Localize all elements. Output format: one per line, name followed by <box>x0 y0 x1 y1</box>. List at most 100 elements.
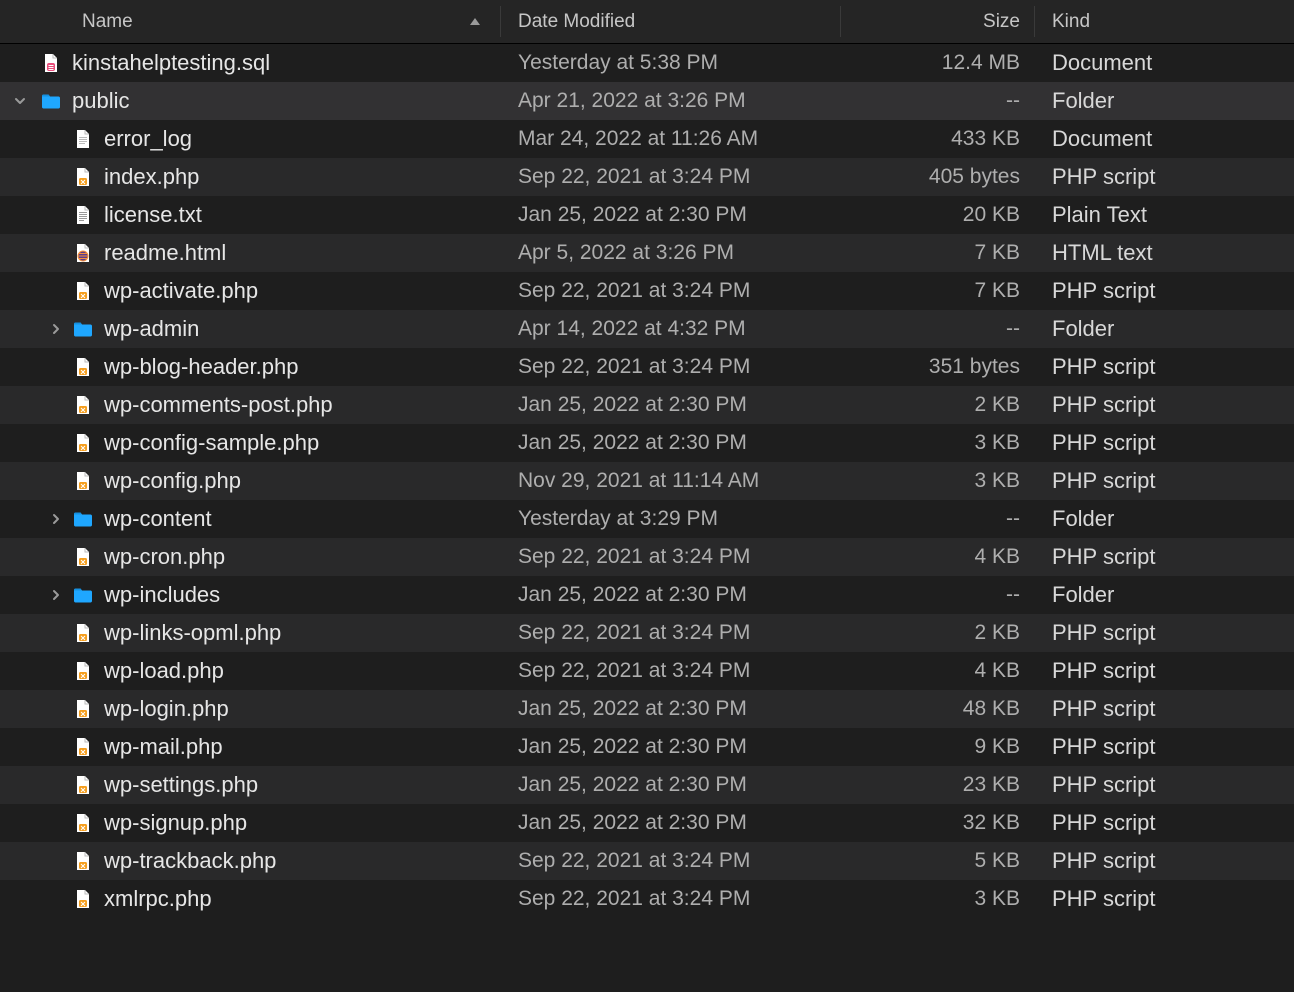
file-kind-cell: PHP script <box>1034 652 1294 690</box>
html-file-icon <box>72 242 94 264</box>
chevron-right-icon[interactable] <box>40 322 72 336</box>
file-row[interactable]: error_logMar 24, 2022 at 11:26 AM433 KBD… <box>0 120 1294 158</box>
file-date-cell: Sep 22, 2021 at 3:24 PM <box>500 538 840 576</box>
file-date-cell: Jan 25, 2022 at 2:30 PM <box>500 766 840 804</box>
file-name-cell: error_log <box>0 120 500 158</box>
file-date: Jan 25, 2022 at 2:30 PM <box>518 203 747 227</box>
php-file-icon <box>72 850 94 872</box>
file-name: wp-config.php <box>104 468 241 494</box>
file-size: 405 bytes <box>929 165 1020 189</box>
file-kind-cell: PHP script <box>1034 348 1294 386</box>
file-size: -- <box>1006 507 1020 531</box>
file-size: 4 KB <box>974 659 1020 683</box>
file-row[interactable]: wp-config.php Nov 29, 2021 at 11:14 AM 3 K… <box>0 462 1294 500</box>
php-file-icon <box>72 698 94 720</box>
file-kind: PHP script <box>1052 544 1156 570</box>
file-name-cell: wp-signup.php <box>0 804 500 842</box>
file-row[interactable]: xmlrpc.phpSep 22, 2021 at 3:24 PM3 KBPHP… <box>0 880 1294 918</box>
file-date: Mar 24, 2022 at 11:26 AM <box>518 127 758 151</box>
file-name-cell: wp-includes <box>0 576 500 614</box>
file-row[interactable]: wp-login.phpJan 25, 2022 at 2:30 PM48 KB… <box>0 690 1294 728</box>
file-kind: Document <box>1052 50 1152 76</box>
file-date-cell: Nov 29, 2021 at 11:14 AM <box>500 462 840 500</box>
file-row[interactable]: wp-settings.phpJan 25, 2022 at 2:30 PM23… <box>0 766 1294 804</box>
column-header-name[interactable]: Name <box>0 0 500 43</box>
column-header-label: Size <box>983 11 1020 33</box>
folder-icon <box>72 318 94 340</box>
file-kind-cell: PHP script <box>1034 158 1294 196</box>
file-row[interactable]: wp-links-opml.phpSep 22, 2021 at 3:24 PM… <box>0 614 1294 652</box>
file-kind: PHP script <box>1052 734 1156 760</box>
file-date-cell: Sep 22, 2021 at 3:24 PM <box>500 158 840 196</box>
file-kind-cell: PHP script <box>1034 766 1294 804</box>
file-size-cell: -- <box>840 82 1034 120</box>
file-name-cell: xmlrpc.php <box>0 880 500 918</box>
file-size-cell: 23 KB <box>840 766 1034 804</box>
file-size: 3 KB <box>974 469 1020 493</box>
column-header-label: Kind <box>1052 11 1090 33</box>
file-kind-cell: Document <box>1034 44 1294 82</box>
file-size-cell: 5 KB <box>840 842 1034 880</box>
file-row[interactable]: wp-trackback.phpSep 22, 2021 at 3:24 PM5… <box>0 842 1294 880</box>
file-row[interactable]: wp-activate.phpSep 22, 2021 at 3:24 PM7 … <box>0 272 1294 310</box>
file-row[interactable]: kinstahelptesting.sqlYesterday at 5:38 P… <box>0 44 1294 82</box>
file-row[interactable]: wp-contentYesterday at 3:29 PM--Folder <box>0 500 1294 538</box>
file-size: -- <box>1006 583 1020 607</box>
file-row[interactable]: wp-mail.phpJan 25, 2022 at 2:30 PM9 KBPH… <box>0 728 1294 766</box>
chevron-right-icon[interactable] <box>40 512 72 526</box>
file-date: Jan 25, 2022 at 2:30 PM <box>518 735 747 759</box>
file-date: Jan 25, 2022 at 2:30 PM <box>518 431 747 455</box>
file-row[interactable]: wp-cron.phpSep 22, 2021 at 3:24 PM4 KBPH… <box>0 538 1294 576</box>
file-name: wp-cron.php <box>104 544 225 570</box>
file-row[interactable]: wp-comments-post.phpJan 25, 2022 at 2:30… <box>0 386 1294 424</box>
column-header-kind[interactable]: Kind <box>1034 0 1294 43</box>
file-date-cell: Apr 21, 2022 at 3:26 PM <box>500 82 840 120</box>
column-header-size[interactable]: Size <box>840 0 1034 43</box>
file-name: wp-load.php <box>104 658 224 684</box>
file-row[interactable]: wp-blog-header.phpSep 22, 2021 at 3:24 P… <box>0 348 1294 386</box>
file-date-cell: Jan 25, 2022 at 2:30 PM <box>500 728 840 766</box>
sql-file-icon <box>40 52 62 74</box>
file-date: Sep 22, 2021 at 3:24 PM <box>518 165 750 189</box>
php-file-icon <box>72 280 94 302</box>
file-name: readme.html <box>104 240 226 266</box>
file-row[interactable]: wp-signup.phpJan 25, 2022 at 2:30 PM32 K… <box>0 804 1294 842</box>
file-name: wp-login.php <box>104 696 229 722</box>
file-kind-cell: PHP script <box>1034 728 1294 766</box>
file-name: error_log <box>104 126 192 152</box>
file-date-cell: Jan 25, 2022 at 2:30 PM <box>500 576 840 614</box>
file-date-cell: Apr 14, 2022 at 4:32 PM <box>500 310 840 348</box>
file-row[interactable]: readme.htmlApr 5, 2022 at 3:26 PM7 KBHTM… <box>0 234 1294 272</box>
file-name: wp-content <box>104 506 212 532</box>
chevron-right-icon[interactable] <box>40 588 72 602</box>
file-kind: PHP script <box>1052 848 1156 874</box>
file-date-cell: Jan 25, 2022 at 2:30 PM <box>500 386 840 424</box>
file-kind-cell: PHP script <box>1034 614 1294 652</box>
file-size-cell: 351 bytes <box>840 348 1034 386</box>
file-date: Yesterday at 5:38 PM <box>518 51 718 75</box>
file-date: Sep 22, 2021 at 3:24 PM <box>518 659 750 683</box>
file-name-cell: wp-comments-post.php <box>0 386 500 424</box>
php-file-icon <box>72 888 94 910</box>
file-row[interactable]: wp-config-sample.phpJan 25, 2022 at 2:30… <box>0 424 1294 462</box>
file-row[interactable]: wp-load.php Sep 22, 2021 at 3:24 PM 4 KB PH… <box>0 652 1294 690</box>
file-row[interactable]: license.txtJan 25, 2022 at 2:30 PM20 KBP… <box>0 196 1294 234</box>
chevron-down-icon[interactable] <box>0 94 40 108</box>
file-size-cell: 48 KB <box>840 690 1034 728</box>
column-header-date[interactable]: Date Modified <box>500 0 840 43</box>
file-kind-cell: Folder <box>1034 82 1294 120</box>
file-date: Sep 22, 2021 at 3:24 PM <box>518 849 750 873</box>
file-name-cell: wp-blog-header.php <box>0 348 500 386</box>
file-date: Apr 21, 2022 at 3:26 PM <box>518 89 746 113</box>
file-row[interactable]: wp-includesJan 25, 2022 at 2:30 PM--Fold… <box>0 576 1294 614</box>
file-date-cell: Jan 25, 2022 at 2:30 PM <box>500 196 840 234</box>
folder-icon <box>72 508 94 530</box>
file-date-cell: Apr 5, 2022 at 3:26 PM <box>500 234 840 272</box>
file-size-cell: 32 KB <box>840 804 1034 842</box>
file-size-cell: -- <box>840 310 1034 348</box>
file-row[interactable]: index.phpSep 22, 2021 at 3:24 PM405 byte… <box>0 158 1294 196</box>
file-row[interactable]: wp-adminApr 14, 2022 at 4:32 PM--Folder <box>0 310 1294 348</box>
file-row[interactable]: publicApr 21, 2022 at 3:26 PM--Folder <box>0 82 1294 120</box>
file-kind-cell: PHP script <box>1034 842 1294 880</box>
file-size-cell: -- <box>840 500 1034 538</box>
